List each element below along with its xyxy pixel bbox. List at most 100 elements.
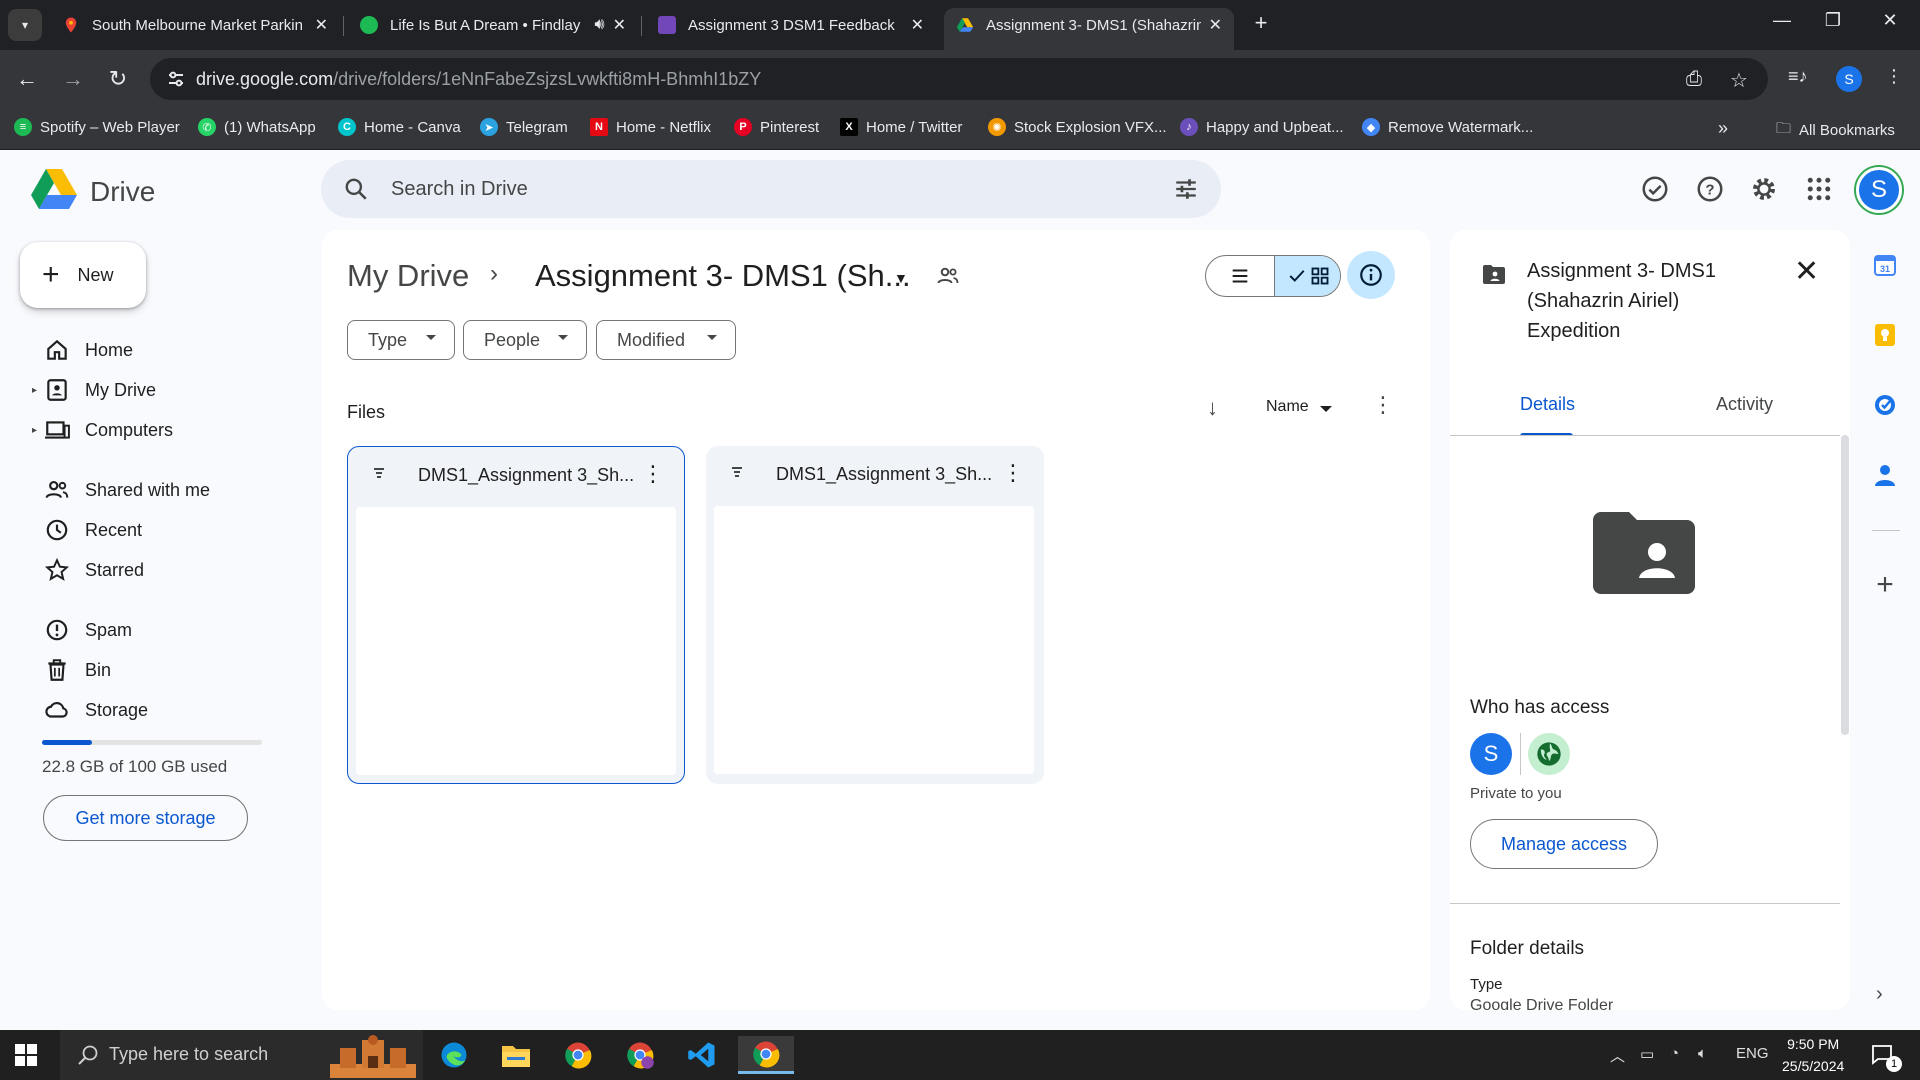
manage-access-button[interactable]: Manage access — [1470, 819, 1658, 869]
file-card[interactable]: DMS1_Assignment 3_Sh... ⋮ — [347, 446, 685, 784]
new-tab-button[interactable]: + — [1246, 10, 1276, 36]
globe-icon[interactable] — [1528, 733, 1570, 775]
profile-avatar[interactable]: S — [1836, 66, 1862, 92]
expand-caret-icon[interactable]: ▸ — [32, 385, 37, 396]
vscode-icon[interactable] — [680, 1036, 724, 1074]
settings-gear-icon[interactable] — [1749, 174, 1781, 206]
tab-details[interactable]: Details — [1520, 394, 1575, 415]
search-input[interactable]: Search in Drive — [391, 178, 528, 201]
new-button[interactable]: + New — [20, 242, 146, 308]
file-more-options-icon[interactable]: ⋮ — [1002, 460, 1024, 486]
nav-item-recent[interactable]: Recent — [28, 510, 288, 550]
speaker-icon[interactable]: 🔊︎ — [595, 16, 605, 34]
close-details-icon[interactable]: ✕ — [1794, 254, 1819, 289]
bookmark-stock-explosion[interactable]: ✺ Stock Explosion VFX... — [988, 118, 1167, 136]
bookmark-star-icon[interactable]: ☆ — [1730, 68, 1748, 93]
drive-logo[interactable]: Drive — [30, 168, 155, 215]
file-thumbnail[interactable] — [356, 507, 676, 775]
file-explorer-icon[interactable] — [494, 1036, 538, 1074]
apps-grid-icon[interactable] — [1804, 174, 1836, 206]
show-hidden-icons-chevron-icon[interactable]: ︿ — [1610, 1045, 1625, 1066]
media-control-icon[interactable]: ≡♪ — [1788, 66, 1808, 87]
file-thumbnail[interactable] — [714, 506, 1034, 774]
address-bar[interactable]: drive.google.com/drive/folders/1eNnFabeZ… — [150, 58, 1768, 100]
clock-date[interactable]: 9:50 PM 25/5/2024 — [1782, 1033, 1844, 1077]
minimize-icon[interactable]: — — [1762, 10, 1802, 31]
nav-item-bin[interactable]: Bin — [28, 650, 288, 690]
browser-tab[interactable]: Life Is But A Dream • Findlay 🔊︎ ✕ — [348, 8, 638, 42]
tasks-icon[interactable] — [1870, 390, 1900, 420]
expand-panel-chevron-icon[interactable]: › — [1876, 983, 1883, 1006]
breadcrumb-current-folder[interactable]: Assignment 3- DMS1 (Sh... — [535, 258, 911, 294]
shared-folder-icon[interactable] — [936, 264, 960, 293]
site-info-icon[interactable] — [166, 69, 186, 89]
forward-arrow-icon[interactable]: → — [58, 64, 88, 94]
chrome-active-icon[interactable] — [738, 1036, 794, 1074]
nav-item-computers[interactable]: ▸ Computers — [28, 410, 288, 450]
nav-item-storage[interactable]: Storage — [28, 690, 288, 730]
sort-dropdown-icon[interactable] — [1320, 406, 1332, 412]
back-arrow-icon[interactable]: ← — [12, 64, 42, 94]
type-filter-chip[interactable]: Type — [347, 320, 455, 360]
bookmark-netflix[interactable]: N Home - Netflix — [590, 118, 711, 136]
modified-filter-chip[interactable]: Modified — [596, 320, 736, 360]
bookmark-remove-watermark[interactable]: ◆ Remove Watermark... — [1362, 118, 1533, 136]
bookmark-pinterest[interactable]: P Pinterest — [734, 118, 819, 136]
close-tab-icon[interactable]: ✕ — [613, 15, 626, 35]
bookmark-telegram[interactable]: ➤ Telegram — [480, 118, 568, 136]
list-view-button[interactable] — [1206, 256, 1274, 296]
battery-icon[interactable]: ▭ — [1640, 1045, 1654, 1063]
details-info-button[interactable] — [1347, 251, 1395, 299]
nav-item-starred[interactable]: Starred — [28, 550, 288, 590]
restore-icon[interactable]: ❐ — [1813, 10, 1853, 31]
reload-icon[interactable]: ↻ — [103, 64, 133, 94]
volume-icon[interactable]: 🔈︎ — [1698, 1045, 1707, 1062]
contacts-icon[interactable] — [1870, 460, 1900, 490]
search-options-icon[interactable] — [1173, 176, 1199, 207]
file-more-options-icon[interactable]: ⋮ — [642, 461, 664, 487]
folder-menu-dropdown-icon[interactable]: ▼ — [894, 270, 908, 286]
all-bookmarks-button[interactable]: 🗀︎ All Bookmarks — [1776, 118, 1895, 143]
sort-by-name-button[interactable]: Name — [1266, 398, 1309, 416]
nav-item-my-drive[interactable]: ▸ My Drive — [28, 370, 288, 410]
offline-ready-icon[interactable] — [1640, 174, 1672, 206]
language-indicator[interactable]: ENG — [1736, 1045, 1769, 1062]
bookmark-whatsapp[interactable]: ✆ (1) WhatsApp — [198, 118, 316, 136]
nav-item-home[interactable]: Home — [28, 330, 288, 370]
chrome-icon[interactable] — [556, 1036, 600, 1074]
windows-start-icon[interactable] — [14, 1043, 38, 1072]
taskbar-search-box[interactable]: Type here to search — [60, 1030, 423, 1080]
bookmark-twitter[interactable]: X Home / Twitter — [840, 118, 962, 136]
bookmark-canva[interactable]: C Home - Canva — [338, 118, 461, 136]
file-card[interactable]: DMS1_Assignment 3_Sh... ⋮ — [706, 446, 1044, 784]
nav-item-shared-with-me[interactable]: Shared with me — [28, 470, 288, 510]
help-icon[interactable]: ? — [1695, 174, 1727, 206]
chrome-profile-icon[interactable] — [618, 1036, 662, 1074]
browser-tab[interactable]: Assignment 3 DSM1 Feedback ✕ — [646, 8, 936, 42]
search-icon[interactable] — [343, 176, 369, 207]
people-filter-chip[interactable]: People — [463, 320, 587, 360]
get-more-storage-button[interactable]: Get more storage — [43, 795, 248, 841]
bookmark-spotify[interactable]: ≡ Spotify – Web Player — [14, 118, 180, 136]
grid-view-button[interactable] — [1274, 256, 1340, 296]
tab-activity[interactable]: Activity — [1716, 394, 1773, 415]
edge-browser-icon[interactable] — [432, 1036, 476, 1074]
tab-search-button[interactable]: ▾ — [8, 9, 42, 41]
close-tab-icon[interactable]: ✕ — [315, 15, 328, 35]
calendar-icon[interactable]: 31 — [1870, 250, 1900, 280]
wifi-icon[interactable]: ◔ — [1670, 1045, 1679, 1062]
nav-item-spam[interactable]: Spam — [28, 610, 288, 650]
add-addon-icon[interactable]: + — [1870, 568, 1900, 601]
install-app-icon[interactable]: ⎙ — [1686, 68, 1702, 91]
browser-menu-icon[interactable]: ⋮ — [1885, 66, 1903, 87]
more-bookmarks-icon[interactable]: » — [1718, 118, 1728, 139]
close-tab-icon[interactable]: ✕ — [911, 15, 924, 35]
close-window-icon[interactable]: ✕ — [1870, 10, 1910, 31]
owner-avatar[interactable]: S — [1470, 733, 1512, 775]
more-options-icon[interactable]: ⋮ — [1372, 392, 1394, 418]
keep-icon[interactable] — [1870, 320, 1900, 350]
account-avatar[interactable]: S — [1856, 167, 1902, 213]
browser-tab[interactable]: South Melbourne Market Parkin ✕ — [50, 8, 340, 42]
expand-caret-icon[interactable]: ▸ — [32, 425, 37, 436]
sort-direction-icon[interactable]: ↓ — [1207, 395, 1218, 421]
